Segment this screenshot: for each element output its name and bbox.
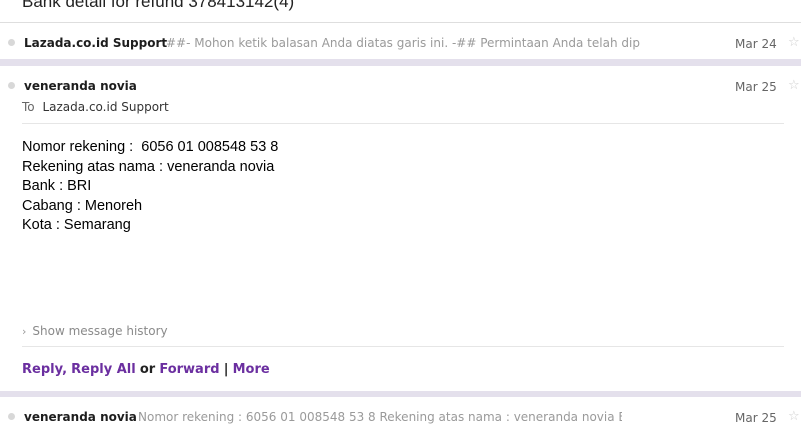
or-text: or (139, 362, 156, 377)
message-snippet: ##- Mohon ketik balasan Anda diatas gari… (166, 36, 640, 50)
comma-separator: , (62, 362, 68, 377)
message-separator (0, 59, 801, 66)
unread-dot-icon (8, 39, 15, 46)
show-history-label: Show message history (32, 324, 168, 338)
body-line: Bank : BRI (22, 178, 92, 194)
message-actions: Reply, Reply All or Forward | More (22, 362, 270, 377)
star-icon[interactable]: ☆ (788, 36, 800, 49)
show-message-history-link[interactable]: › Show message history (22, 324, 168, 338)
message-date: Mar 25 (735, 411, 777, 425)
recipient-name: Lazada.co.id Support (42, 100, 169, 114)
recipient-line: To Lazada.co.id Support (22, 100, 169, 114)
to-label: To (22, 100, 35, 114)
message-sender: veneranda novia (24, 410, 137, 424)
body-line: Cabang : Menoreh (22, 197, 143, 214)
message-separator (0, 391, 801, 397)
message-date: Mar 24 (735, 37, 777, 51)
unread-dot-icon (8, 82, 15, 89)
star-icon[interactable]: ☆ (788, 79, 800, 92)
more-link[interactable]: More (233, 362, 270, 377)
divider (22, 346, 784, 347)
forward-link[interactable]: Forward (159, 362, 219, 377)
message-sender[interactable]: veneranda novia (24, 79, 137, 93)
message-body: Nomor rekening : 6056 01 008548 53 8 Rek… (22, 138, 278, 236)
pipe-separator: | (223, 362, 229, 377)
divider (22, 123, 784, 124)
body-line: Kota : Semarang (22, 217, 131, 233)
reply-all-link[interactable]: Reply All (71, 362, 136, 377)
message-date: Mar 25 (735, 80, 777, 94)
reply-link[interactable]: Reply (22, 362, 62, 377)
unread-dot-icon (8, 413, 15, 420)
star-icon[interactable]: ☆ (788, 410, 800, 423)
body-line: Nomor rekening : 6056 01 008548 53 8 (22, 139, 279, 155)
thread-subject: Bank detail for refund 378413142(4) (22, 0, 295, 11)
divider (0, 22, 801, 23)
message-snippet: Nomor rekening : 6056 01 008548 53 8 Rek… (138, 410, 622, 424)
body-line: Rekening atas nama : veneranda novia (22, 158, 275, 175)
chevron-right-icon: › (22, 325, 27, 338)
message-sender: Lazada.co.id Support (24, 36, 168, 50)
